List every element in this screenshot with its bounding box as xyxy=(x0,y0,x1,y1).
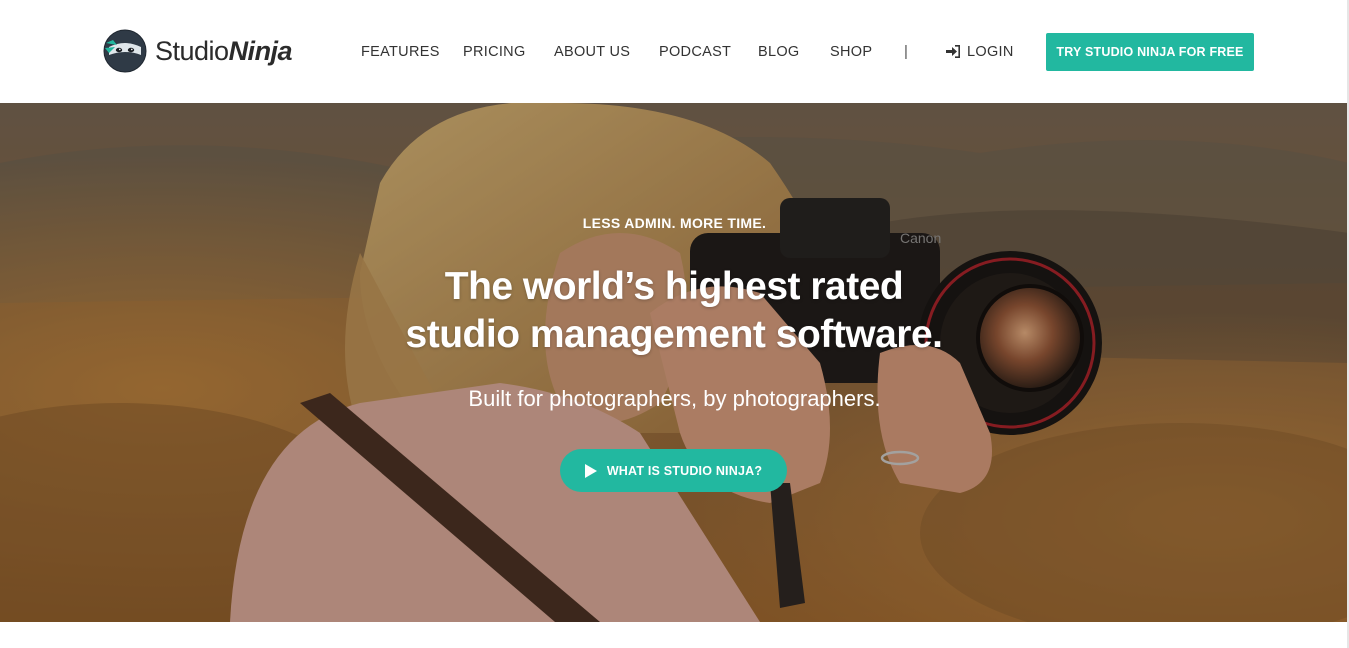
nav-item-about-us[interactable]: ABOUT US xyxy=(554,40,630,64)
nav-separator: | xyxy=(904,43,908,60)
next-section-edge xyxy=(0,622,1349,648)
nav-item-pricing[interactable]: PRICING xyxy=(463,40,526,64)
nav-item-features[interactable]: FEATURES xyxy=(361,40,440,64)
sign-in-icon xyxy=(946,45,960,58)
what-is-studio-ninja-button[interactable]: WHAT IS STUDIO NINJA? xyxy=(560,449,787,492)
nav-item-shop[interactable]: SHOP xyxy=(830,40,872,64)
hero-subtitle: Built for photographers, by photographer… xyxy=(468,386,881,411)
hero-title-line-2: studio management software. xyxy=(405,313,943,356)
nav-item-blog[interactable]: BLOG xyxy=(758,40,800,64)
video-button-label: WHAT IS STUDIO NINJA? xyxy=(606,463,763,478)
hero-eyebrow: LESS ADMIN. MORE TIME. xyxy=(582,215,767,231)
site-header: StudioNinja FEATURES PRICING ABOUT US PO… xyxy=(0,0,1349,103)
login-link[interactable]: LOGIN xyxy=(946,40,1014,64)
hero-section: Canon LESS ADMIN. MORE TIME. The world’s… xyxy=(0,103,1349,622)
login-label: LOGIN xyxy=(967,44,1014,60)
hero-content: LESS ADMIN. MORE TIME. The world’s highe… xyxy=(0,103,1349,622)
hero-title-line-1: The world’s highest rated xyxy=(444,265,904,308)
play-icon xyxy=(584,463,597,478)
nav-item-podcast[interactable]: PODCAST xyxy=(659,40,731,64)
try-free-button[interactable]: TRY STUDIO NINJA FOR FREE xyxy=(1046,33,1254,71)
hero-title: The world’s highest rated studio managem… xyxy=(274,263,1074,359)
